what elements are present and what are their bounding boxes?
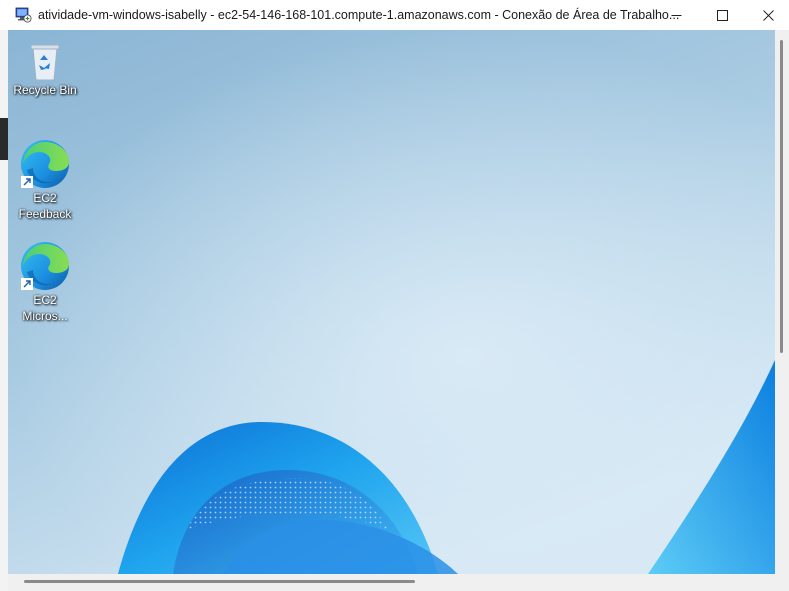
- edge-icon: [21, 242, 69, 290]
- vertical-scrollbar[interactable]: [775, 30, 789, 574]
- minimize-button[interactable]: [653, 0, 699, 30]
- close-button[interactable]: [745, 0, 789, 30]
- recycle-bin-label: Recycle Bin: [13, 83, 77, 97]
- horizontal-scroll-thumb[interactable]: [24, 580, 415, 583]
- recycle-bin-icon: [30, 44, 60, 81]
- ec2-feedback-label-line1: EC2: [33, 191, 57, 205]
- window-left-border: [0, 30, 8, 591]
- maximize-button[interactable]: [699, 0, 745, 30]
- remote-desktop-viewport[interactable]: Recycle Bin EC2 Feedback EC2 Micros...: [8, 30, 775, 574]
- horizontal-scrollbar[interactable]: [8, 574, 789, 591]
- ec2-microsoft-label-line2: Micros...: [22, 309, 68, 323]
- ec2-microsoft-label-line1: EC2: [33, 293, 57, 307]
- desktop-icon-recycle-bin[interactable]: Recycle Bin: [8, 40, 82, 98]
- maximize-icon: [716, 9, 728, 21]
- desktop-icon-ec2-microsoft[interactable]: EC2 Micros...: [8, 240, 82, 324]
- minimize-icon: [671, 14, 681, 16]
- desktop-icon-ec2-feedback[interactable]: EC2 Feedback: [8, 138, 82, 222]
- close-icon: [762, 9, 774, 21]
- remote-desktop-icon: [15, 7, 32, 23]
- ec2-feedback-label-line2: Feedback: [18, 207, 72, 221]
- desktop-wallpaper: [8, 30, 775, 574]
- edge-icon: [21, 140, 69, 188]
- host-background-strip: [0, 118, 8, 160]
- window-title: atividade-vm-windows-isabelly - ec2-54-1…: [38, 8, 680, 22]
- vertical-scroll-thumb[interactable]: [780, 40, 783, 353]
- window-titlebar[interactable]: atividade-vm-windows-isabelly - ec2-54-1…: [0, 0, 789, 30]
